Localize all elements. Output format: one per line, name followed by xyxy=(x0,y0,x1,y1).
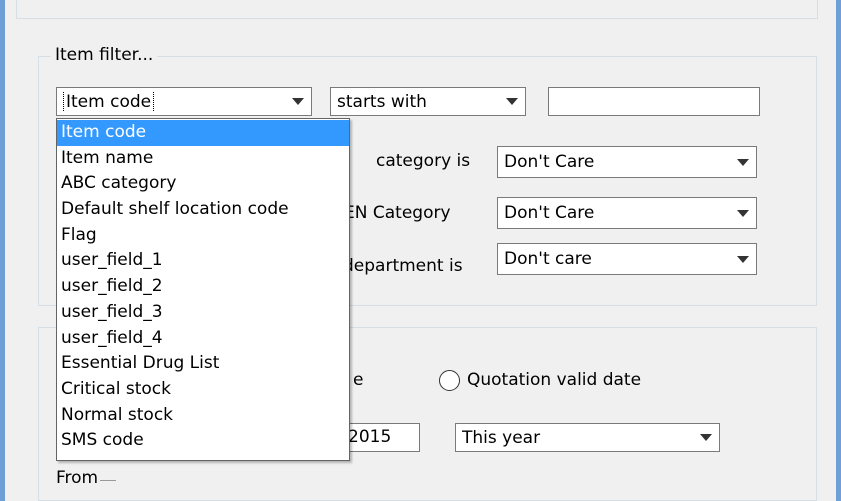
dropdown-option-normal-stock[interactable]: Normal stock xyxy=(57,403,349,429)
filter-operator-select[interactable]: starts with xyxy=(330,87,526,116)
department-select[interactable]: Don't care xyxy=(497,243,757,275)
filter-value-input[interactable] xyxy=(548,87,760,116)
chevron-down-icon xyxy=(499,98,525,105)
window-right-border xyxy=(836,0,841,501)
from-label: From xyxy=(56,468,101,488)
ven-category-select-value: Don't Care xyxy=(504,203,595,223)
period-select-value: This year xyxy=(462,427,541,448)
category-label: category is xyxy=(376,151,471,171)
filter-field-select[interactable]: Item code xyxy=(56,87,312,116)
dropdown-option-user-field-1[interactable]: user_field_1 xyxy=(57,248,349,274)
chevron-down-icon xyxy=(730,255,756,263)
department-label: department is xyxy=(343,256,463,276)
dropdown-option-sms-code[interactable]: SMS code xyxy=(57,428,349,454)
quotation-date-radio-label: Quotation valid date xyxy=(467,370,642,390)
category-select[interactable]: Don't Care xyxy=(497,146,757,178)
filter-field-select-value: Item code xyxy=(63,91,155,112)
dropdown-option-item-name[interactable]: Item name xyxy=(57,146,349,172)
filter-operator-select-value: starts with xyxy=(337,91,427,112)
chevron-down-icon xyxy=(285,98,311,105)
dropdown-option-default-shelf-location-code[interactable]: Default shelf location code xyxy=(57,197,349,223)
dropdown-option-flag[interactable]: Flag xyxy=(57,223,349,249)
chevron-down-icon xyxy=(730,158,756,166)
filter-field-dropdown-list[interactable]: Item code Item name ABC category Default… xyxy=(56,118,350,461)
dropdown-option-item-code[interactable]: Item code xyxy=(57,120,349,146)
ven-category-label: EN Category xyxy=(344,203,451,223)
dropdown-option-essential-drug-list[interactable]: Essential Drug List xyxy=(57,351,349,377)
item-filter-group-title: Item filter... xyxy=(51,45,158,65)
quotation-date-radio[interactable] xyxy=(439,370,460,391)
dropdown-option-abc-category[interactable]: ABC category xyxy=(57,171,349,197)
year-input[interactable]: 2015 xyxy=(340,423,420,452)
chevron-down-icon xyxy=(693,434,719,441)
category-select-value: Don't Care xyxy=(504,152,595,172)
chevron-down-icon xyxy=(730,209,756,217)
ven-category-select[interactable]: Don't Care xyxy=(497,197,757,229)
dropdown-option-user-field-2[interactable]: user_field_2 xyxy=(57,274,349,300)
dropdown-option-user-field-4[interactable]: user_field_4 xyxy=(57,326,349,352)
dropdown-option-user-field-3[interactable]: user_field_3 xyxy=(57,300,349,326)
department-select-value: Don't care xyxy=(504,249,592,269)
dropdown-option-critical-stock[interactable]: Critical stock xyxy=(57,377,349,403)
date-radio-label-partial: e xyxy=(353,370,364,390)
top-group-box xyxy=(16,0,818,19)
period-select[interactable]: This year xyxy=(455,423,720,452)
